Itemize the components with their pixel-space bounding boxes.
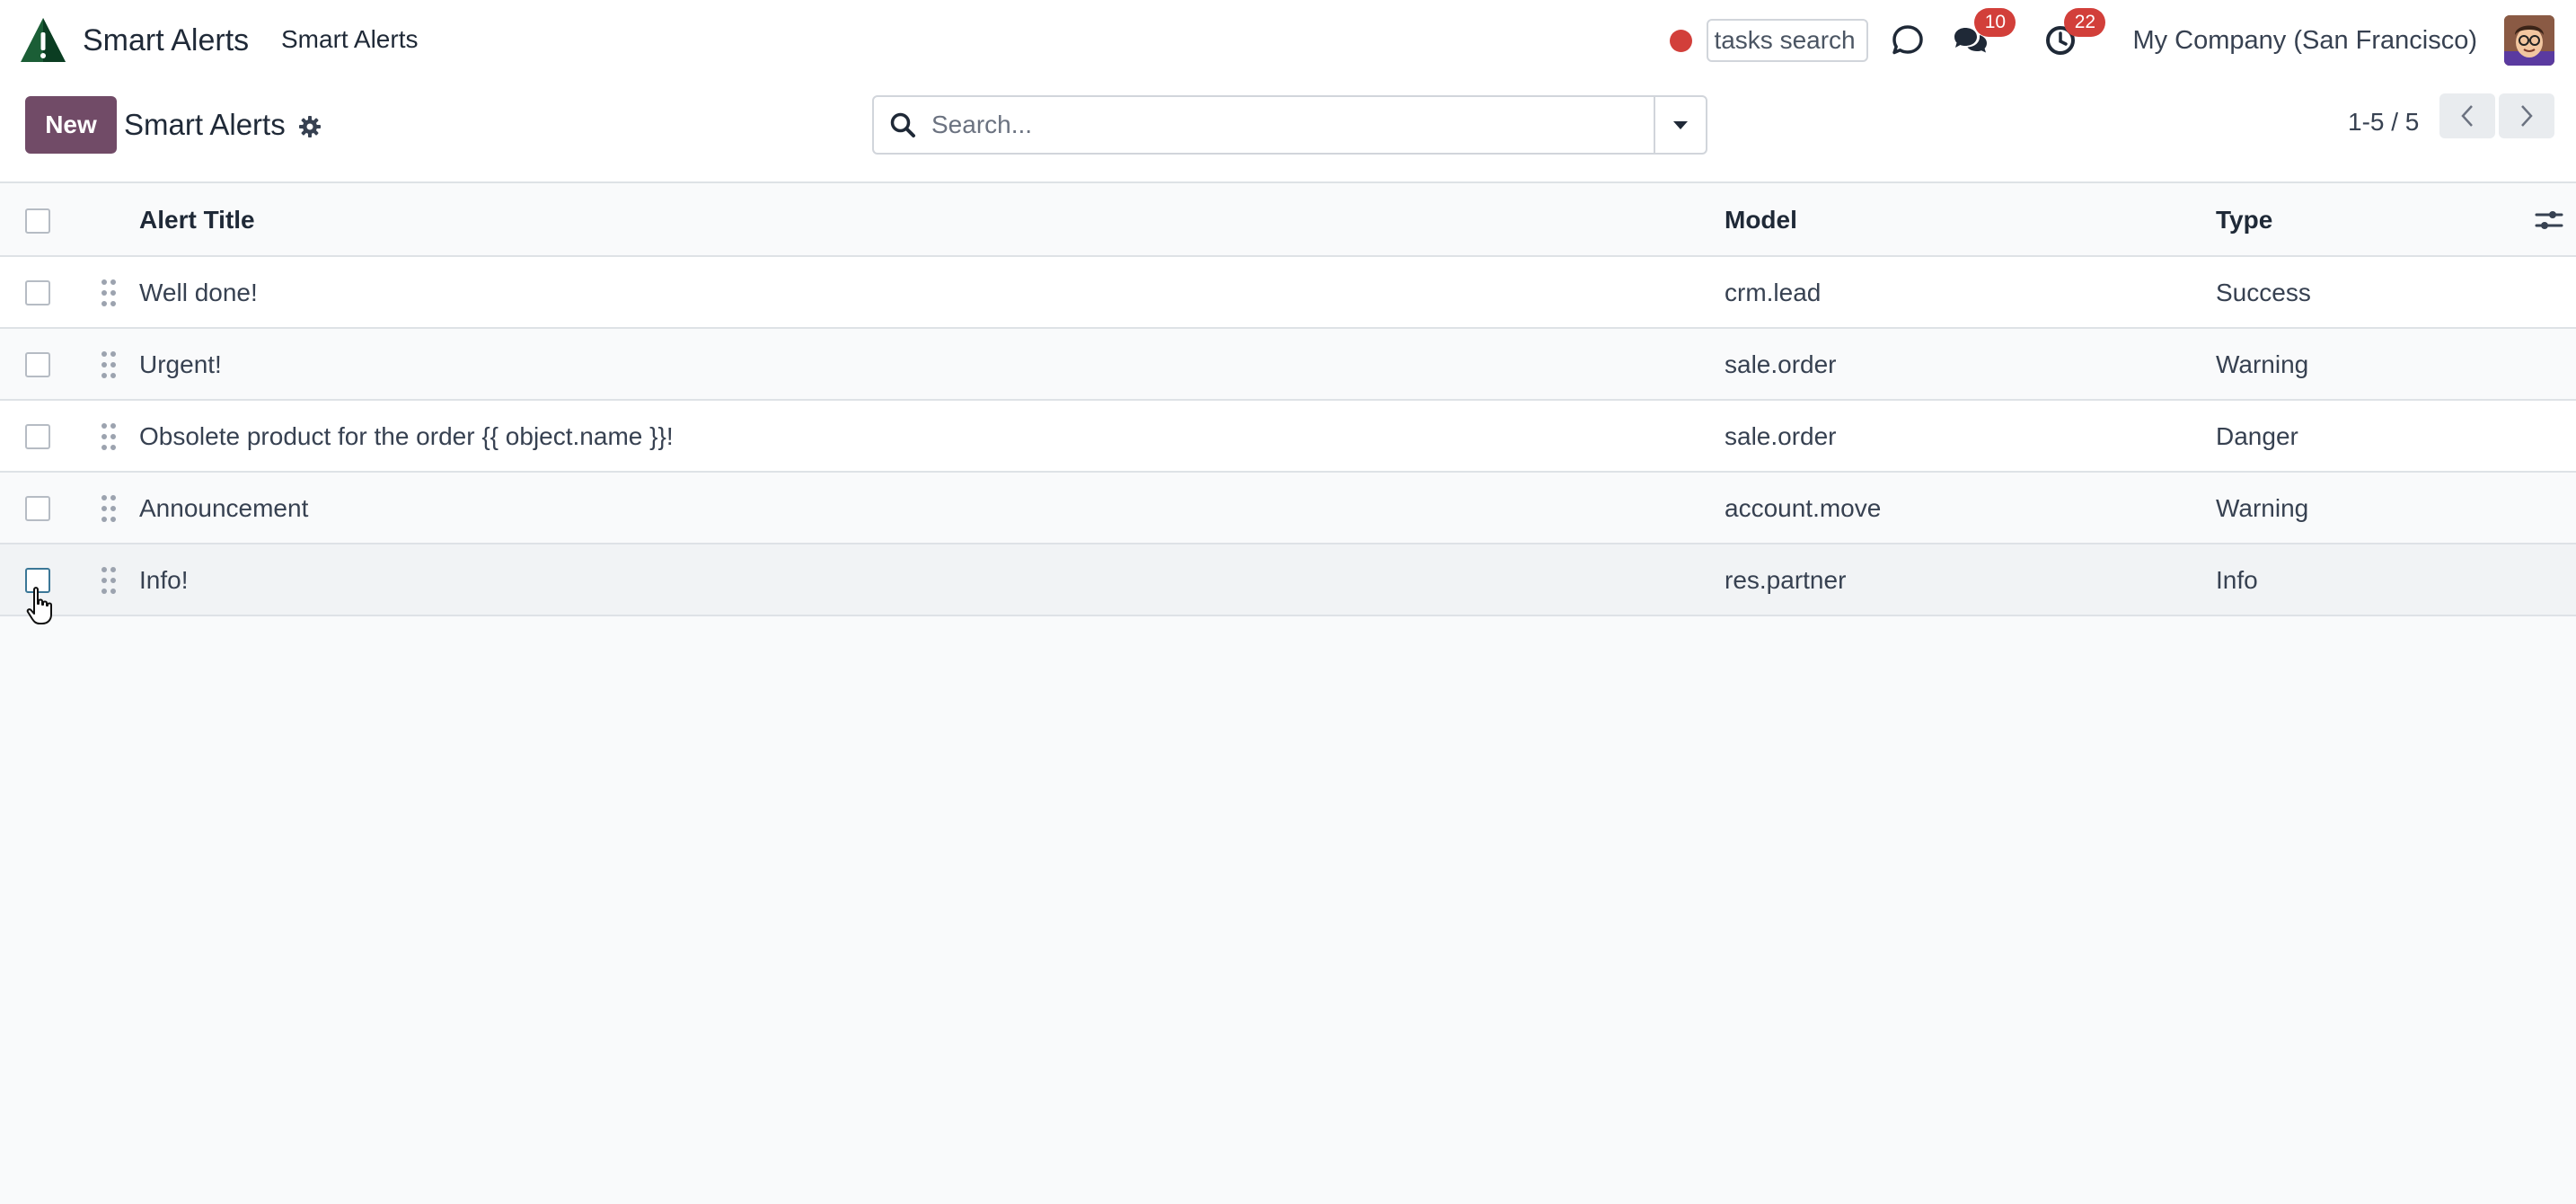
pager-value[interactable]: 1-5 / 5 bbox=[2348, 108, 2419, 137]
cell-alert-title: Obsolete product for the order {{ object… bbox=[139, 422, 674, 450]
row-checkbox[interactable] bbox=[25, 496, 50, 521]
caret-down-icon bbox=[1673, 121, 1688, 129]
drag-handle-icon[interactable] bbox=[101, 494, 117, 523]
table-row[interactable]: Urgent! sale.order Warning bbox=[0, 329, 2576, 401]
row-checkbox[interactable] bbox=[25, 280, 50, 305]
navbar-systray: 10 22 My Company (San Francisco) bbox=[1670, 0, 2554, 81]
recording-indicator-icon[interactable] bbox=[1670, 29, 1693, 52]
cell-alert-title: Urgent! bbox=[139, 350, 222, 378]
user-avatar[interactable] bbox=[2504, 15, 2554, 66]
messages-button[interactable]: 10 bbox=[1951, 8, 2016, 60]
cell-alert-title: Announcement bbox=[139, 494, 309, 522]
drag-handle-icon[interactable] bbox=[101, 350, 117, 379]
warning-triangle-logo-icon bbox=[21, 18, 66, 62]
page-title: Smart Alerts bbox=[124, 108, 286, 141]
search-options-toggle[interactable] bbox=[1654, 97, 1706, 153]
activities-button[interactable]: 22 bbox=[2041, 8, 2106, 60]
company-switcher[interactable]: My Company (San Francisco) bbox=[2132, 26, 2477, 56]
row-checkbox[interactable] bbox=[25, 424, 50, 449]
control-panel: New Smart Alerts Search... 1-5 / 5 bbox=[0, 81, 2576, 183]
chevron-right-icon bbox=[2521, 105, 2533, 127]
cell-type: Success bbox=[2216, 279, 2311, 306]
cell-alert-title: Well done! bbox=[139, 279, 258, 306]
cell-alert-title: Info! bbox=[139, 566, 189, 594]
pager-next-button[interactable] bbox=[2499, 93, 2554, 138]
table-row[interactable]: Info! res.partner Info bbox=[0, 544, 2576, 616]
cell-type: Warning bbox=[2216, 494, 2309, 522]
actions-gear-button[interactable] bbox=[296, 113, 323, 140]
discuss-icon bbox=[1892, 25, 1924, 55]
cell-type: Info bbox=[2216, 566, 2258, 594]
top-navbar: Smart Alerts Smart Alerts 10 22 My Compa… bbox=[0, 0, 2576, 81]
column-header-alert-title[interactable]: Alert Title bbox=[139, 183, 255, 257]
cell-model: account.move bbox=[1725, 494, 1882, 522]
drag-handle-icon[interactable] bbox=[101, 566, 117, 595]
drag-handle-icon[interactable] bbox=[101, 422, 117, 451]
optional-columns-icon[interactable] bbox=[2535, 207, 2563, 234]
column-header-model[interactable]: Model bbox=[1725, 183, 1797, 257]
search-input[interactable] bbox=[931, 98, 1654, 152]
tasks-search-input[interactable] bbox=[1707, 19, 1869, 62]
chevron-left-icon bbox=[2461, 105, 2473, 127]
discuss-button[interactable] bbox=[1888, 21, 1928, 60]
cell-type: Danger bbox=[2216, 422, 2298, 450]
pager-previous-button[interactable] bbox=[2439, 93, 2495, 138]
cell-model: sale.order bbox=[1725, 422, 1837, 450]
drag-handle-icon[interactable] bbox=[101, 279, 117, 307]
app-name: Smart Alerts bbox=[83, 22, 250, 58]
new-button[interactable]: New bbox=[25, 96, 117, 154]
table-header-row: Alert Title Model Type bbox=[0, 183, 2576, 257]
menu-item-smart-alerts[interactable]: Smart Alerts bbox=[281, 25, 418, 54]
cell-type: Warning bbox=[2216, 350, 2309, 378]
messages-count-badge: 10 bbox=[1974, 8, 2016, 37]
table-row[interactable]: Well done! crm.lead Success bbox=[0, 257, 2576, 329]
cell-model: res.partner bbox=[1725, 566, 1847, 594]
select-all-checkbox[interactable] bbox=[25, 208, 50, 234]
cell-model: crm.lead bbox=[1725, 279, 1822, 306]
search-icon bbox=[874, 97, 931, 153]
cell-model: sale.order bbox=[1725, 350, 1837, 378]
row-checkbox[interactable] bbox=[25, 352, 50, 377]
column-header-type[interactable]: Type bbox=[2216, 183, 2272, 257]
table-row[interactable]: Announcement account.move Warning bbox=[0, 473, 2576, 544]
app-brand[interactable]: Smart Alerts bbox=[18, 13, 249, 68]
row-checkbox[interactable] bbox=[25, 568, 50, 593]
activities-count-badge: 22 bbox=[2064, 8, 2106, 37]
gear-icon bbox=[299, 116, 321, 137]
list-table: Alert Title Model Type Well done! crm.le… bbox=[0, 183, 2576, 616]
table-row[interactable]: Obsolete product for the order {{ object… bbox=[0, 401, 2576, 473]
search-bar bbox=[872, 95, 1707, 155]
